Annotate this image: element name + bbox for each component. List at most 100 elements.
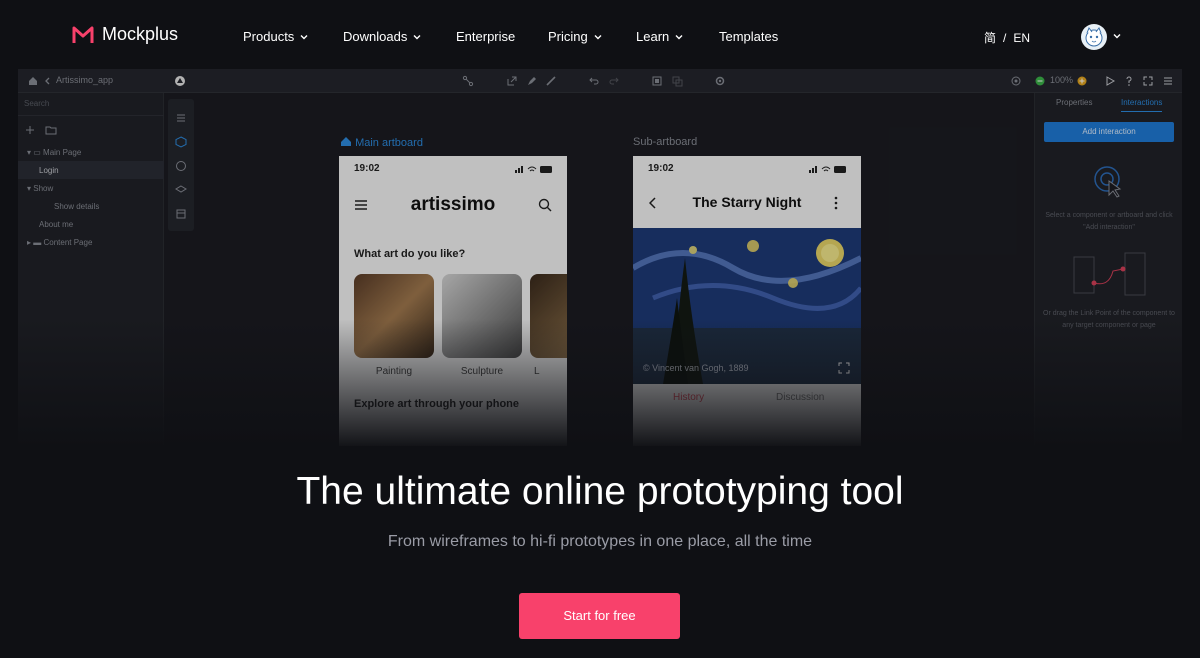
nav-enterprise-label: Enterprise (456, 29, 516, 44)
undo-icon[interactable] (588, 75, 600, 87)
more-vertical-icon (834, 196, 838, 210)
component-toolbar (168, 99, 194, 231)
link-point-icon (1073, 252, 1146, 296)
component-cube-icon[interactable] (175, 135, 187, 148)
main-artboard-text: Main artboard (355, 137, 423, 149)
category-label: Painting (375, 366, 413, 377)
nav-downloads-label: Downloads (343, 29, 408, 44)
cursor-click-icon (1094, 166, 1122, 198)
zoom-out-icon[interactable] (1034, 75, 1046, 87)
zoom-in-icon[interactable] (1076, 75, 1088, 87)
logo[interactable]: Mockplus (72, 24, 178, 45)
main-artboard-label: Main artboard (340, 136, 423, 149)
fullscreen-icon[interactable] (1142, 75, 1154, 87)
explore-text: Explore art through your phone (354, 398, 520, 410)
status-time: 19:02 (648, 163, 674, 174)
app-title: artissimo (410, 194, 496, 215)
add-page-icon[interactable] (24, 124, 36, 136)
pen-icon[interactable] (526, 75, 538, 87)
chevron-down-icon (675, 34, 683, 39)
tab-properties[interactable]: Properties (1056, 98, 1092, 107)
back-chevron-icon[interactable] (42, 75, 54, 87)
project-name: Artissimo_app (56, 75, 114, 85)
tree-label: Content Page (43, 238, 93, 247)
chevron-down-icon (413, 34, 421, 39)
logo-text: Mockplus (102, 24, 179, 44)
status-icons (515, 166, 552, 173)
nav-learn[interactable]: Learn (636, 29, 683, 44)
editor-fade-overlay (18, 319, 1182, 449)
sub-artboard-label: Sub-artboard (633, 136, 698, 148)
zoom-level: 100% (1050, 75, 1074, 85)
status-time: 19:02 (354, 163, 380, 174)
image-credit: © Vincent van Gogh, 1889 (643, 363, 749, 373)
play-icon[interactable] (1104, 75, 1116, 87)
nav-products[interactable]: Products (243, 29, 308, 44)
home-icon[interactable] (27, 75, 39, 87)
cat-avatar-icon (1085, 26, 1103, 47)
tree-item-main-page[interactable]: ▾ ▭ Main Page (27, 148, 81, 157)
search-icon (538, 198, 552, 212)
target-icon[interactable] (1010, 75, 1022, 87)
help-icon[interactable] (1123, 75, 1135, 87)
pages-search[interactable]: Search (24, 99, 49, 108)
add-interaction-button[interactable]: Add interaction (1044, 122, 1174, 142)
artwork-title: The Starry Night (692, 194, 802, 210)
nav-products-label: Products (243, 29, 295, 44)
tab-discussion: Discussion (776, 392, 825, 403)
menu-icon[interactable] (1162, 75, 1174, 87)
redo-icon[interactable] (608, 75, 620, 87)
hero-subtitle: From wireframes to hi-fi prototypes in o… (387, 533, 813, 550)
link-icon[interactable] (462, 75, 474, 87)
sculpture-thumbnail (442, 274, 522, 358)
chevron-down-icon[interactable] (1113, 32, 1121, 40)
app-logo-icon (174, 75, 186, 87)
export-icon[interactable] (506, 75, 518, 87)
art-question: What art do you like? (354, 248, 466, 260)
top-navbar: Mockplus Products Downloads Enterprise P… (0, 0, 1200, 70)
group-icon[interactable] (671, 75, 683, 87)
tree-item-content-page[interactable]: ▸ ▬ Content Page (27, 238, 92, 247)
tree-item-show-details[interactable]: Show details (54, 202, 99, 211)
sub-artboard-phone[interactable]: 19:02 The Starry Night © Vincent van Gog… (633, 156, 861, 446)
literature-thumbnail (530, 274, 567, 358)
avatar[interactable] (1081, 24, 1107, 50)
nav-learn-label: Learn (636, 29, 670, 44)
tree-item-show[interactable]: ▾ Show (27, 184, 53, 193)
pages-panel: Search ▾ ▭ Main Page Login ▾ Show Show d… (18, 93, 164, 449)
category-label: L (534, 366, 540, 377)
pencil-icon[interactable] (545, 75, 557, 87)
nav-templates[interactable]: Templates (719, 29, 778, 44)
hero-title: The ultimate online prototyping tool (296, 470, 904, 513)
tree-label: Main Page (43, 148, 82, 157)
hint-select: Select a component or artboard and click… (1045, 212, 1173, 231)
chevron-down-icon (594, 34, 602, 39)
settings-icon[interactable] (714, 75, 726, 87)
nav-pricing-label: Pricing (548, 29, 588, 44)
home-icon (341, 137, 351, 146)
starry-night-image (633, 228, 861, 384)
language-switcher: 简 / EN (984, 29, 1030, 46)
main-artboard-phone[interactable]: 19:02 artissimo What art do you like? Pa… (339, 156, 567, 446)
nav-downloads[interactable]: Downloads (343, 29, 421, 44)
editor-preview: Artissimo_app 100% Search ▾ ▭ Main Page … (18, 69, 1182, 449)
start-for-free-button[interactable]: Start for free (519, 593, 680, 639)
lang-en[interactable]: EN (1013, 31, 1030, 45)
expand-icon (838, 362, 850, 374)
tree-item-login[interactable]: Login (39, 166, 59, 175)
tree-item-about-me[interactable]: About me (39, 220, 73, 229)
tree-label: Show (33, 184, 54, 193)
archive-icon[interactable] (175, 207, 187, 219)
emoji-icon[interactable] (175, 159, 187, 171)
new-folder-icon[interactable] (45, 124, 57, 136)
chevron-down-icon (300, 34, 308, 39)
frame-icon[interactable] (651, 75, 663, 87)
nav-enterprise[interactable]: Enterprise (456, 29, 515, 44)
lang-separator: / (1003, 30, 1007, 45)
lang-cn[interactable]: 简 (984, 29, 996, 46)
nav-templates-label: Templates (719, 29, 779, 44)
nav-pricing[interactable]: Pricing (548, 29, 602, 44)
tab-interactions[interactable]: Interactions (1121, 98, 1163, 112)
stack-icon[interactable] (175, 183, 187, 195)
layers-list-icon[interactable] (175, 111, 187, 123)
